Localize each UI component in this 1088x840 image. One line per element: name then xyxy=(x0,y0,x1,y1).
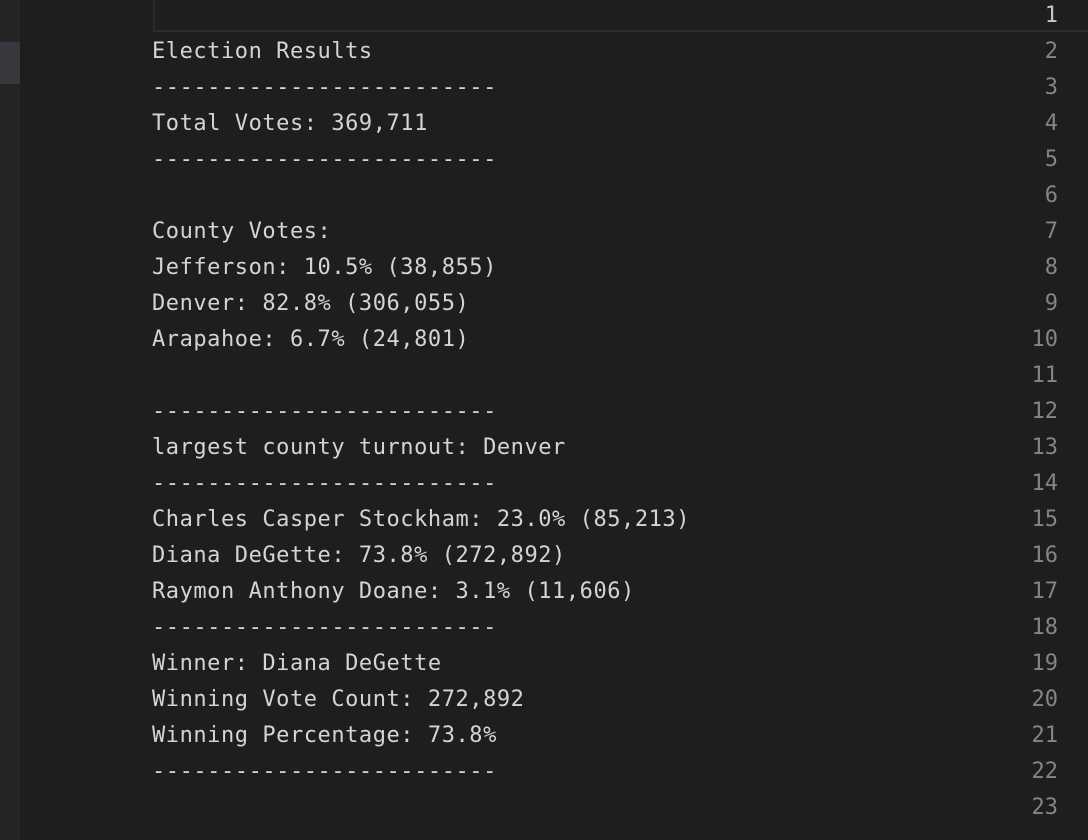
line-number: 7 xyxy=(1044,219,1058,244)
code-line[interactable]: Charles Casper Stockham: 23.0% (85,213) xyxy=(152,502,690,538)
active-sidebar-marker xyxy=(0,42,20,84)
code-line[interactable]: ------------------------- xyxy=(152,70,497,106)
code-line[interactable]: Denver: 82.8% (306,055) xyxy=(152,286,469,322)
line-number: 17 xyxy=(1031,579,1059,604)
line-number: 6 xyxy=(1044,183,1058,208)
line-number: 16 xyxy=(1031,543,1059,568)
code-line[interactable]: ------------------------- xyxy=(152,394,497,430)
line-number: 20 xyxy=(1031,687,1059,712)
line-number: 22 xyxy=(1031,759,1059,784)
current-line-highlight xyxy=(153,0,1088,32)
code-line[interactable]: Winning Vote Count: 272,892 xyxy=(152,682,524,718)
line-number: 3 xyxy=(1044,75,1058,100)
code-line[interactable]: Jefferson: 10.5% (38,855) xyxy=(152,250,497,286)
code-line[interactable]: ------------------------- xyxy=(152,754,497,790)
line-number: 11 xyxy=(1031,363,1059,388)
line-number: 13 xyxy=(1031,435,1059,460)
text-editor[interactable]: 1 2 Election Results 3 ---------------------… xyxy=(0,0,1088,840)
code-line[interactable]: ------------------------- xyxy=(152,466,497,502)
line-number: 9 xyxy=(1044,291,1058,316)
line-number: 2 xyxy=(1044,39,1058,64)
code-line[interactable]: Raymon Anthony Doane: 3.1% (11,606) xyxy=(152,574,635,610)
line-number: 4 xyxy=(1044,111,1058,136)
code-line[interactable]: Arapahoe: 6.7% (24,801) xyxy=(152,322,469,358)
line-number: 23 xyxy=(1031,795,1059,820)
code-line[interactable]: largest county turnout: Denver xyxy=(152,430,566,466)
line-number: 10 xyxy=(1031,327,1059,352)
code-line[interactable]: Winning Percentage: 73.8% xyxy=(152,718,497,754)
line-number: 19 xyxy=(1031,651,1059,676)
code-line[interactable]: Election Results xyxy=(152,34,373,70)
line-number-gutter xyxy=(20,0,130,840)
line-number: 15 xyxy=(1031,507,1059,532)
editor-left-strip xyxy=(0,0,20,840)
line-number: 5 xyxy=(1044,147,1058,172)
code-line[interactable]: ------------------------- xyxy=(152,610,497,646)
line-number: 18 xyxy=(1031,615,1059,640)
line-number: 21 xyxy=(1031,723,1059,748)
code-line[interactable]: ------------------------- xyxy=(152,142,497,178)
code-line[interactable]: Total Votes: 369,711 xyxy=(152,106,428,142)
line-number: 1 xyxy=(1044,3,1058,28)
code-line[interactable]: County Votes: xyxy=(152,214,331,250)
line-number: 14 xyxy=(1031,471,1059,496)
line-number: 8 xyxy=(1044,255,1058,280)
line-number: 12 xyxy=(1031,399,1059,424)
code-line[interactable]: Diana DeGette: 73.8% (272,892) xyxy=(152,538,566,574)
code-line[interactable]: Winner: Diana DeGette xyxy=(152,646,442,682)
